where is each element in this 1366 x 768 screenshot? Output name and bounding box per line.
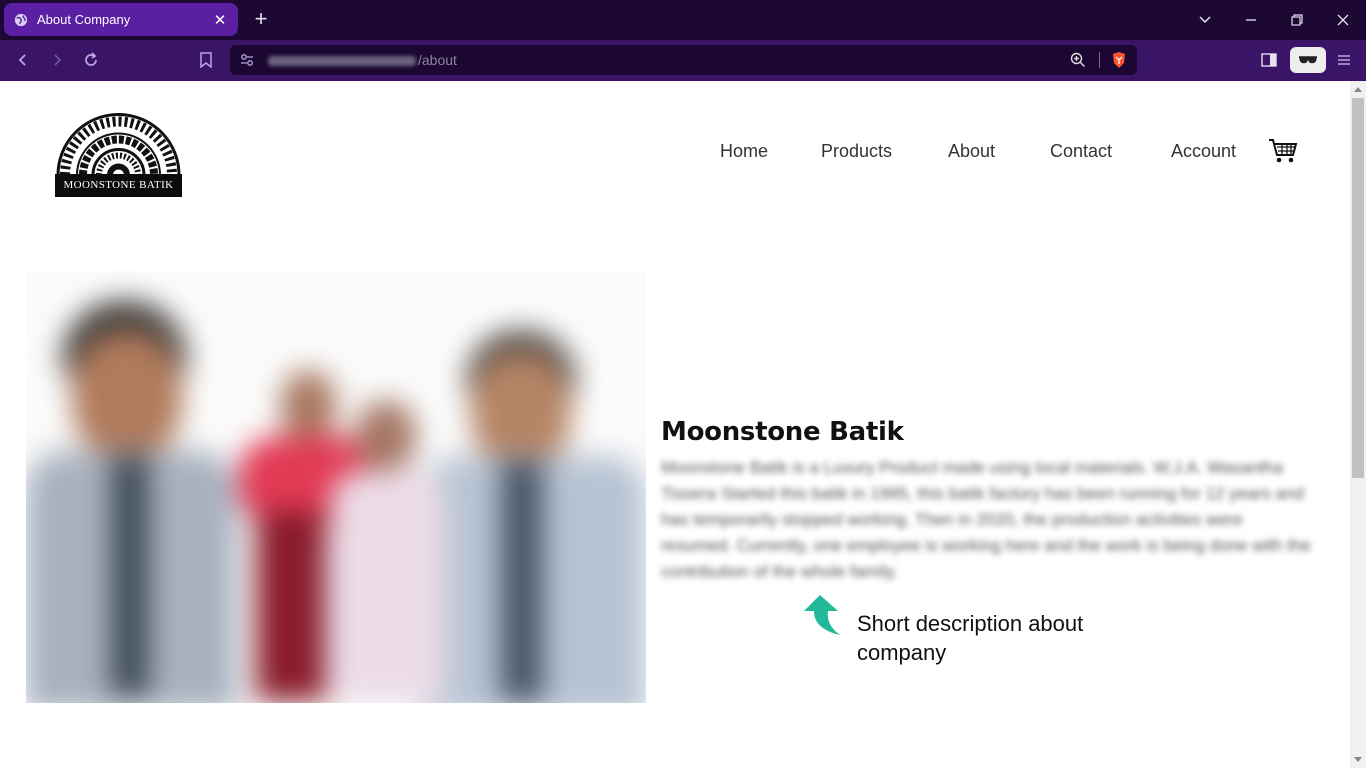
back-icon[interactable] bbox=[11, 48, 35, 72]
site-settings-icon[interactable] bbox=[240, 53, 254, 67]
about-description: Moonstone Batik is a Luxury Product made… bbox=[661, 458, 1311, 581]
url-text: /about bbox=[268, 45, 457, 75]
brave-shields-icon[interactable] bbox=[1111, 51, 1127, 69]
bookmark-icon[interactable] bbox=[194, 48, 218, 72]
new-tab-button[interactable]: + bbox=[250, 8, 272, 30]
globe-icon bbox=[14, 13, 28, 26]
browser-toolbar: /about bbox=[0, 40, 1366, 81]
active-tab[interactable]: About Company ✕ bbox=[4, 3, 238, 36]
redacted-domain bbox=[268, 56, 416, 67]
tab-title: About Company bbox=[37, 12, 131, 27]
menu-icon[interactable] bbox=[1332, 48, 1356, 72]
tab-search-chevron-icon[interactable] bbox=[1193, 8, 1217, 32]
sidebar-toggle-icon[interactable] bbox=[1257, 48, 1281, 72]
minimize-icon[interactable] bbox=[1239, 8, 1263, 32]
nav-account[interactable]: Account bbox=[1171, 141, 1236, 162]
scroll-up-icon[interactable] bbox=[1354, 87, 1362, 92]
zoom-icon[interactable] bbox=[1070, 52, 1086, 68]
nav-home[interactable]: Home bbox=[720, 141, 768, 162]
restore-icon[interactable] bbox=[1285, 8, 1309, 32]
about-title: Moonstone Batik bbox=[661, 417, 904, 447]
reload-icon[interactable] bbox=[79, 48, 103, 72]
logo-text: MOONSTONE BATIK bbox=[55, 174, 182, 197]
divider bbox=[1099, 52, 1100, 68]
annotation-text: Short description about company bbox=[857, 611, 1084, 665]
close-tab-icon[interactable]: ✕ bbox=[212, 12, 228, 29]
page-scrollbar[interactable] bbox=[1350, 81, 1366, 768]
nav-contact[interactable]: Contact bbox=[1050, 141, 1112, 162]
scroll-thumb[interactable] bbox=[1352, 98, 1364, 478]
nav-products[interactable]: Products bbox=[821, 141, 892, 162]
close-window-icon[interactable] bbox=[1331, 8, 1355, 32]
site-logo[interactable]: MOONSTONE BATIK bbox=[55, 104, 182, 197]
tab-strip: About Company ✕ + bbox=[0, 0, 1366, 40]
scroll-down-icon[interactable] bbox=[1354, 757, 1362, 762]
nav-about[interactable]: About bbox=[948, 141, 995, 162]
forward-icon[interactable] bbox=[45, 48, 69, 72]
address-bar[interactable]: /about bbox=[230, 45, 1137, 75]
url-path: /about bbox=[418, 52, 457, 68]
cart-icon[interactable] bbox=[1268, 138, 1298, 164]
curved-arrow-icon bbox=[804, 595, 840, 635]
team-photo bbox=[26, 271, 646, 703]
page-content: MOONSTONE BATIK Home Products About Cont… bbox=[0, 81, 1350, 768]
reader-glasses-icon[interactable] bbox=[1290, 47, 1326, 73]
